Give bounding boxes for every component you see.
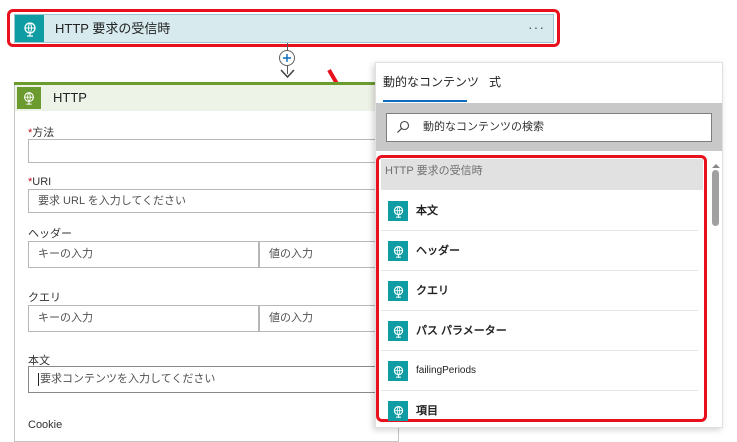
text-caret [38,372,39,386]
dynamic-content-search-input[interactable]: 動的なコンテンツの検索 [386,113,712,142]
uri-label-text: URI [32,176,52,188]
scroll-up-icon[interactable] [711,162,721,170]
search-icon [397,120,410,133]
trigger-card-http-request[interactable]: HTTP 要求の受信時 ··· [14,14,554,43]
list-item-items[interactable]: 項目 [381,392,698,421]
header-key-input[interactable]: キーの入力 [28,241,259,268]
globe-icon [388,241,408,261]
header-value-input[interactable]: 値の入力 [259,241,378,268]
body-input[interactable]: 要求コンテンツを入力してください [28,366,378,393]
trigger-title: HTTP 要求の受信時 [55,21,171,36]
globe-icon [388,201,408,221]
http-card-header[interactable]: HTTP [15,85,399,111]
list-item-label: クエリ [416,285,449,297]
uri-input[interactable]: 要求 URL を入力してください [28,189,378,213]
globe-icon [15,15,44,42]
list-item-label: パス パラメーター [416,325,507,337]
list-item-queries[interactable]: クエリ [381,272,698,311]
plus-icon [283,54,291,62]
scrollbar-thumb[interactable] [712,170,719,226]
list-item-body[interactable]: 本文 [381,192,698,231]
search-placeholder: 動的なコンテンツの検索 [423,121,544,133]
tab-dynamic-content[interactable]: 動的なコンテンツ [383,73,479,90]
list-item-label: failingPeriods [416,365,477,376]
query-value-input[interactable]: 値の入力 [259,305,378,332]
globe-icon [388,361,408,381]
body-placeholder: 要求コンテンツを入力してください [40,373,216,385]
arrow-down-icon [280,69,295,79]
globe-icon [388,281,408,301]
list-item-path-parameters[interactable]: パス パラメーター [381,312,698,351]
active-tab-indicator [383,100,467,102]
cookie-label: Cookie [28,419,63,431]
queries-label: クエリ [28,292,61,304]
headers-label: ヘッダー [28,228,72,240]
globe-icon [388,401,408,421]
list-item-label: 本文 [416,205,438,217]
add-step-button[interactable] [279,50,295,66]
group-header: HTTP 要求の受信時 [381,159,703,190]
http-card-title: HTTP [53,90,87,105]
uri-label: *URI [28,176,51,188]
list-item-label: ヘッダー [416,245,460,257]
list-item-headers[interactable]: ヘッダー [381,232,698,271]
method-label-text: 方法 [32,127,55,139]
tab-expression[interactable]: 式 [489,73,501,90]
list-item-label: 項目 [416,405,438,417]
query-key-input[interactable]: キーの入力 [28,305,259,332]
method-field[interactable] [28,139,378,163]
globe-icon [17,87,41,109]
globe-icon [388,321,408,341]
list-item-failing-periods[interactable]: failingPeriods [381,352,698,391]
method-label: *方法 [28,124,54,140]
more-options-button[interactable]: ··· [528,15,545,40]
